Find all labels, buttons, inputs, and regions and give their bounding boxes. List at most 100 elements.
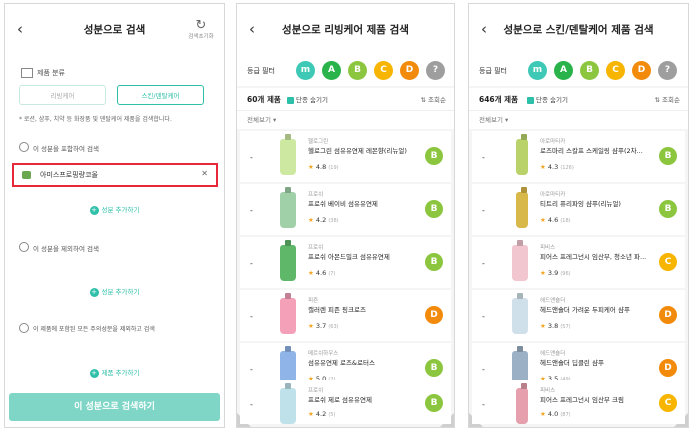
rank-dash: -: [250, 312, 253, 321]
add-product-button[interactable]: + 제품 추가하기: [5, 367, 224, 378]
reset-label: 검색초기화: [188, 34, 214, 40]
rating-value: 4.6: [315, 269, 327, 277]
product-card[interactable]: - 프로쉬 프로쉬 제로 섬유유연제 ★ 4.2 (5) B: [240, 380, 451, 424]
grade-badge: B: [425, 359, 443, 377]
category-label: 제품 분류: [37, 69, 65, 77]
product-name: 티트리 퓨리파잉 샴푸(리뉴얼): [540, 200, 621, 208]
review-count: (63): [328, 324, 339, 330]
star-icon: ★: [308, 322, 314, 330]
add-include-button[interactable]: + 성분 추가하기: [5, 204, 224, 215]
product-card[interactable]: - 아로마티카 로즈마리 스칼프 스케일링 샴푸(2차... ★ 4.3 (12…: [472, 131, 685, 182]
rating-value: 3.9: [547, 269, 559, 277]
product-card[interactable]: - 아로마티카 티트리 퓨리파잉 샴푸(리뉴얼) ★ 4.6 (18) B: [472, 184, 685, 235]
page-title: 성분으로 리빙케어 제품 검색: [282, 24, 409, 36]
product-name: 피어스 프레그넌시 임산부 크림: [540, 396, 624, 404]
product-rating: ★ 4.6 (18): [540, 216, 571, 224]
sort-button[interactable]: ⇅ 조회순: [655, 94, 680, 104]
rank-dash: -: [482, 206, 485, 215]
refresh-icon: ↻: [195, 18, 207, 33]
grade-badge: B: [425, 394, 443, 412]
caution-label: 이 제품에 포함된 모든 주의성분을 제외하고 검색: [33, 326, 155, 333]
rank-dash: -: [250, 259, 253, 268]
rating-value: 4.8: [315, 163, 327, 171]
checkbox-icon: [287, 96, 294, 104]
rank-dash: -: [482, 400, 485, 409]
product-card[interactable]: - 프로쉬 프로쉬 베이비 섬유유연제 ★ 4.2 (38) B: [240, 184, 451, 235]
view-all-label: 전체보기: [479, 116, 503, 124]
grade-m-button[interactable]: m: [296, 61, 315, 80]
review-count: (5): [328, 412, 336, 418]
filter-label: 등급 필터: [247, 67, 275, 75]
product-card[interactable]: - 피비스 피어스 프레그넌시 임산부, 청소년 파... ★ 3.9 (96)…: [472, 237, 685, 288]
product-brand: 헤드앤숄더: [540, 298, 566, 304]
view-all-dropdown[interactable]: 전체보기 ▾: [237, 111, 454, 129]
include-ingredient-row[interactable]: 아미스프로핑량코올 ✕: [12, 163, 218, 187]
caution-icon: [19, 323, 29, 333]
grade-b-button[interactable]: B: [348, 61, 367, 80]
product-brand: 메르쉬하우스: [308, 351, 339, 357]
grade-filter: 등급 필터 m A B C D ?: [237, 56, 454, 86]
grade-a-button[interactable]: A: [322, 61, 341, 80]
exclude-icon: [19, 242, 29, 252]
filter-label: 등급 필터: [479, 67, 507, 75]
product-brand: 헬로그린: [308, 139, 329, 145]
grade-c-button[interactable]: C: [374, 61, 393, 80]
product-image: [280, 388, 296, 424]
grade-unknown-button[interactable]: ?: [426, 61, 445, 80]
product-name: 헤드앤숄더 가려운 두피케어 샴푸: [540, 306, 630, 314]
grade-d-button[interactable]: D: [632, 61, 651, 80]
grade-m-button[interactable]: m: [528, 61, 547, 80]
product-card[interactable]: - 피비스 피어스 프레그넌시 임산부 크림 ★ 4.0 (87) C: [472, 380, 685, 424]
sort-label: 조회순: [662, 96, 680, 104]
hide-discontinued-toggle[interactable]: 단종 숨기기: [527, 94, 568, 104]
product-rating: ★ 3.9 (96): [540, 269, 571, 277]
result-bar: 646개 제품 단종 숨기기 ⇅ 조회순: [469, 88, 688, 111]
grade-badge: B: [425, 253, 443, 271]
plus-icon: +: [89, 205, 99, 215]
grade-b-button[interactable]: B: [580, 61, 599, 80]
rank-dash: -: [250, 400, 253, 409]
product-rating: ★ 3.7 (63): [308, 322, 339, 330]
product-brand: 프로쉬: [308, 245, 324, 251]
grade-badge: B: [425, 147, 443, 165]
reset-button[interactable]: ↻ 검색초기화: [184, 18, 218, 40]
star-icon: ★: [308, 163, 314, 171]
product-rating: ★ 3.8 (57): [540, 322, 571, 330]
product-image: [516, 192, 528, 228]
product-brand: 피비스: [540, 245, 556, 251]
sort-button[interactable]: ⇅ 조회순: [421, 94, 446, 104]
review-count: (19): [328, 165, 339, 171]
product-card[interactable]: - 피죤 캘러렌 피죤 핑크로즈 ★ 3.7 (63) D: [240, 290, 451, 341]
tab-living-care[interactable]: 리빙케어: [19, 85, 106, 105]
review-count: (96): [560, 271, 571, 277]
hide-label: 단종 숨기기: [296, 96, 328, 104]
search-submit-button[interactable]: 이 성분으로 검색하기: [9, 393, 220, 421]
rank-dash: -: [482, 312, 485, 321]
product-card[interactable]: - 헤드앤숄더 헤드앤숄더 가려운 두피케어 샴푸 ★ 3.8 (57) D: [472, 290, 685, 341]
product-name: 로즈마리 스칼프 스케일링 샴푸(2차...: [540, 147, 643, 155]
description: * 로션, 샴푸, 치약 등 화장품 및 덴탈케어 제품을 검색합니다.: [19, 116, 172, 123]
product-card[interactable]: - 헬로그린 헬로그린 섬유유연제 레몬향(리뉴얼) ★ 4.8 (19) B: [240, 131, 451, 182]
rating-value: 4.2: [315, 216, 327, 224]
tab-skin-dental-care[interactable]: 스킨/덴탈케어: [117, 85, 204, 105]
product-name: 프로쉬 제로 섬유유연제: [308, 396, 372, 404]
rating-value: 4.0: [547, 410, 559, 418]
product-brand: 프로쉬: [308, 388, 324, 394]
product-rating: ★ 4.3 (126): [540, 163, 574, 171]
grade-badge: B: [425, 200, 443, 218]
close-icon[interactable]: ✕: [201, 169, 208, 178]
grade-c-button[interactable]: C: [606, 61, 625, 80]
result-bar: 60개 제품 단종 숨기기 ⇅ 조회순: [237, 88, 454, 111]
product-name: 헤드앤숄더 딥클린 샴푸: [540, 359, 604, 367]
grade-a-button[interactable]: A: [554, 61, 573, 80]
rank-dash: -: [250, 365, 253, 374]
grade-unknown-button[interactable]: ?: [658, 61, 677, 80]
grade-d-button[interactable]: D: [400, 61, 419, 80]
rating-value: 4.3: [547, 163, 559, 171]
hide-discontinued-toggle[interactable]: 단종 숨기기: [287, 94, 328, 104]
product-image: [516, 388, 528, 424]
star-icon: ★: [540, 163, 546, 171]
add-exclude-button[interactable]: + 성분 추가하기: [5, 286, 224, 297]
product-card[interactable]: - 프로쉬 프로쉬 아몬드밀크 섬유유연제 ★ 4.6 (7) B: [240, 237, 451, 288]
view-all-dropdown[interactable]: 전체보기 ▾: [469, 111, 688, 129]
